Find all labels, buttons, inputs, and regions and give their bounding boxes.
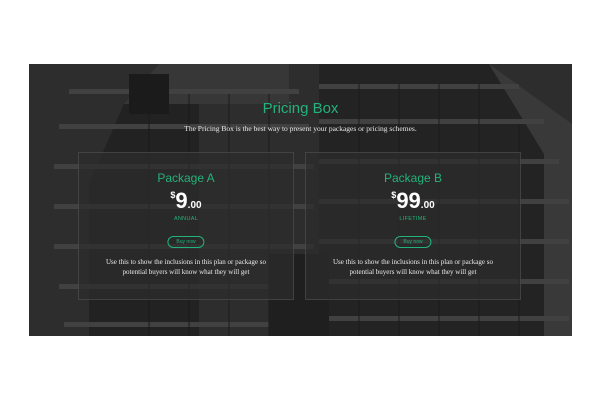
package-name: Package A xyxy=(157,171,215,185)
package-description: Use this to show the inclusions in this … xyxy=(332,258,493,276)
package-price: $9.00 xyxy=(79,188,293,214)
package-description: Use this to show the inclusions in this … xyxy=(105,258,266,276)
price-currency: $ xyxy=(391,190,397,200)
page-subtitle: The Pricing Box is the best way to prese… xyxy=(184,124,417,133)
billing-period: ANNUAL xyxy=(173,216,199,222)
package-name: Package B xyxy=(383,171,443,185)
page-title: Pricing Box xyxy=(262,100,339,117)
pricing-card-package-b: Package B $99.00 LIFETIME Buy now Use th… xyxy=(305,152,521,300)
buy-now-button[interactable]: Buy now xyxy=(394,236,432,248)
buy-now-button[interactable]: Buy now xyxy=(167,236,205,248)
pricing-hero: Pricing Box The Pricing Box is the best … xyxy=(29,64,572,336)
price-amount: 99 xyxy=(396,188,421,213)
package-price: $99.00 xyxy=(306,188,520,214)
price-currency: $ xyxy=(170,190,176,200)
billing-period: LIFETIME xyxy=(399,216,427,222)
pricing-card-package-a: Package A $9.00 ANNUAL Buy now Use this … xyxy=(78,152,294,300)
price-amount: 9 xyxy=(175,188,188,213)
price-cents: .00 xyxy=(420,200,435,211)
price-cents: .00 xyxy=(187,200,202,211)
